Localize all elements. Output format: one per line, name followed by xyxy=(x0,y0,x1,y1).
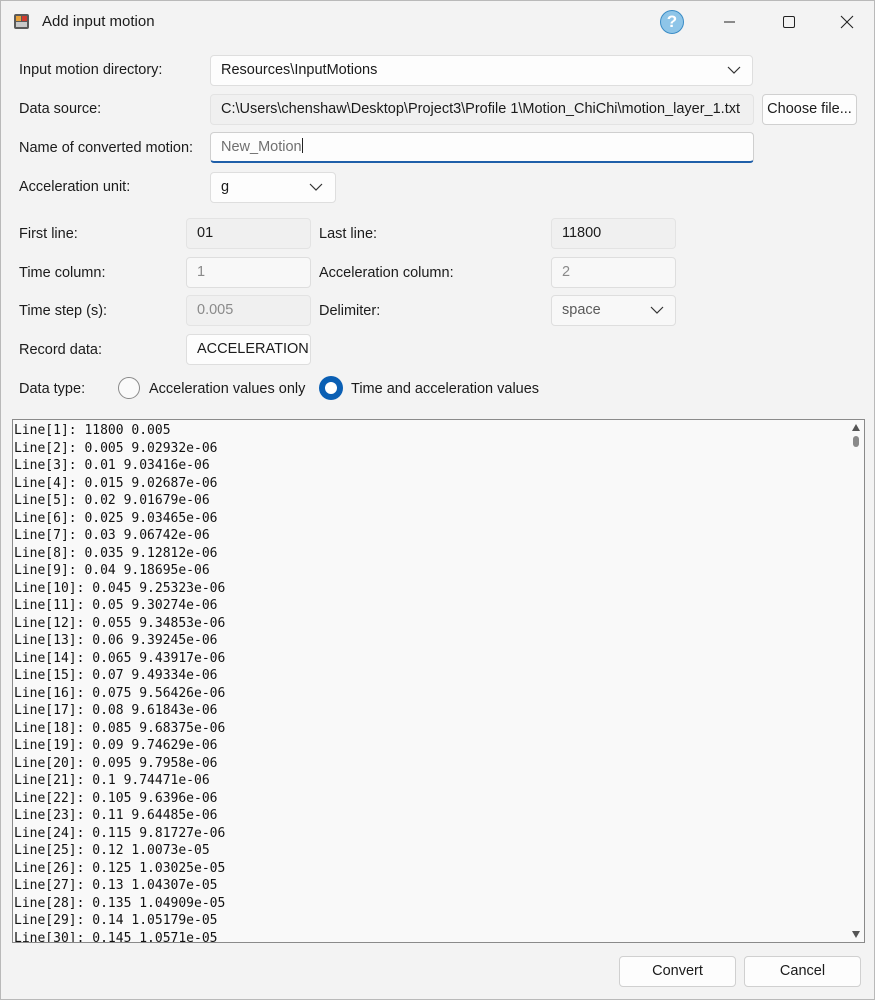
time-step-label: Time step (s): xyxy=(19,303,108,319)
preview-line: Line[5]: 0.02 9.01679e-06 xyxy=(14,493,210,508)
preview-line: Line[11]: 0.05 9.30274e-06 xyxy=(14,598,218,613)
chevron-down-icon xyxy=(309,183,323,191)
last-line-label: Last line: xyxy=(319,226,378,242)
window-title: Add input motion xyxy=(42,13,155,30)
cancel-button[interactable]: Cancel xyxy=(744,956,861,987)
preview-line: Line[29]: 0.14 1.05179e-05 xyxy=(14,913,218,928)
data-source-value: C:\Users\chenshaw\Desktop\Project3\Profi… xyxy=(221,101,741,117)
maximize-button[interactable] xyxy=(768,9,808,35)
radio-accel-only-label[interactable]: Acceleration values only xyxy=(149,381,305,397)
scroll-up-icon[interactable] xyxy=(852,424,860,431)
data-source-field[interactable]: C:\Users\chenshaw\Desktop\Project3\Profi… xyxy=(210,94,754,125)
close-icon xyxy=(840,15,854,29)
title-bar: Add input motion ? xyxy=(1,1,874,43)
minimize-icon xyxy=(724,21,735,23)
scrollbar-thumb[interactable] xyxy=(853,436,859,447)
motion-name-value: New_Motion xyxy=(221,139,302,155)
preview-line: Line[22]: 0.105 9.6396e-06 xyxy=(14,790,218,806)
accel-column-input[interactable]: 2 xyxy=(551,257,676,288)
add-input-motion-dialog: Add input motion ? Input motion director… xyxy=(0,0,875,1000)
preview-line: Line[25]: 0.12 1.0073e-05 xyxy=(14,843,210,858)
record-data-field: ACCELERATION xyxy=(186,334,311,365)
preview-line: Line[10]: 0.045 9.25323e-06 xyxy=(14,580,226,596)
accel-unit-value: g xyxy=(221,179,230,195)
delimiter-select[interactable]: space xyxy=(551,295,676,326)
preview-lines: Line[1]: 11800 0.005 Line[2]: 0.005 9.029… xyxy=(14,422,226,943)
preview-line: Line[14]: 0.065 9.43917e-06 xyxy=(14,650,226,666)
preview-line: Line[4]: 0.015 9.02687e-06 xyxy=(14,475,218,491)
scroll-down-icon[interactable] xyxy=(852,931,860,938)
delimiter-label: Delimiter: xyxy=(319,303,381,319)
vertical-scrollbar[interactable] xyxy=(848,420,864,942)
text-cursor xyxy=(301,138,303,153)
radio-time-accel[interactable] xyxy=(319,376,343,400)
preview-line: Line[18]: 0.085 9.68375e-06 xyxy=(14,720,226,736)
last-line-field: 11800 xyxy=(551,218,676,249)
preview-line: Line[1]: 11800 0.005 xyxy=(14,423,171,438)
preview-line: Line[9]: 0.04 9.18695e-06 xyxy=(14,563,210,578)
preview-line: Line[24]: 0.115 9.81727e-06 xyxy=(14,825,226,841)
preview-line: Line[23]: 0.11 9.64485e-06 xyxy=(14,808,218,823)
preview-line: Line[2]: 0.005 9.02932e-06 xyxy=(14,440,218,456)
input-dir-value: Resources\InputMotions xyxy=(221,62,378,78)
preview-line: Line[26]: 0.125 1.03025e-05 xyxy=(14,860,226,876)
time-step-field: 0.005 xyxy=(186,295,311,326)
time-column-input[interactable]: 1 xyxy=(186,257,311,288)
accel-column-label: Acceleration column: xyxy=(319,265,454,281)
time-column-label: Time column: xyxy=(19,265,106,281)
input-dir-label: Input motion directory: xyxy=(19,62,163,78)
name-label: Name of converted motion: xyxy=(19,140,194,156)
accel-unit-select[interactable]: g xyxy=(210,172,336,203)
preview-line: Line[16]: 0.075 9.56426e-06 xyxy=(14,685,226,701)
chevron-down-icon xyxy=(650,306,664,314)
accel-unit-label: Acceleration unit: xyxy=(19,179,131,195)
input-dir-select[interactable]: Resources\InputMotions xyxy=(210,55,753,86)
preview-line: Line[27]: 0.13 1.04307e-05 xyxy=(14,878,218,893)
preview-line: Line[28]: 0.135 1.04909e-05 xyxy=(14,895,226,911)
preview-line: Line[12]: 0.055 9.34853e-06 xyxy=(14,615,226,631)
radio-selected-dot xyxy=(325,382,337,394)
first-line-label: First line: xyxy=(19,226,78,242)
preview-line: Line[6]: 0.025 9.03465e-06 xyxy=(14,510,218,526)
minimize-button[interactable] xyxy=(709,9,749,35)
file-preview-textarea[interactable]: Line[1]: 11800 0.005 Line[2]: 0.005 9.029… xyxy=(12,419,865,943)
delimiter-value: space xyxy=(562,302,601,318)
convert-button[interactable]: Convert xyxy=(619,956,736,987)
preview-line: Line[15]: 0.07 9.49334e-06 xyxy=(14,668,218,683)
help-icon[interactable]: ? xyxy=(660,10,684,34)
chevron-down-icon xyxy=(727,66,741,74)
preview-line: Line[21]: 0.1 9.74471e-06 xyxy=(14,773,210,788)
choose-file-button[interactable]: Choose file... xyxy=(762,94,857,125)
motion-name-input[interactable]: New_Motion xyxy=(210,132,754,163)
preview-line: Line[30]: 0.145 1.0571e-05 xyxy=(14,930,218,943)
close-button[interactable] xyxy=(827,9,867,35)
data-source-label: Data source: xyxy=(19,101,102,117)
app-icon xyxy=(14,14,29,29)
radio-time-accel-label[interactable]: Time and acceleration values xyxy=(351,381,539,397)
first-line-field: 01 xyxy=(186,218,311,249)
preview-line: Line[8]: 0.035 9.12812e-06 xyxy=(14,545,218,561)
maximize-icon xyxy=(783,16,795,28)
preview-line: Line[7]: 0.03 9.06742e-06 xyxy=(14,528,210,543)
record-data-label: Record data: xyxy=(19,342,103,358)
preview-line: Line[17]: 0.08 9.61843e-06 xyxy=(14,703,218,718)
preview-line: Line[3]: 0.01 9.03416e-06 xyxy=(14,458,210,473)
preview-line: Line[13]: 0.06 9.39245e-06 xyxy=(14,633,218,648)
data-type-label: Data type: xyxy=(19,381,86,397)
preview-line: Line[19]: 0.09 9.74629e-06 xyxy=(14,738,218,753)
radio-accel-only[interactable] xyxy=(118,377,140,399)
preview-line: Line[20]: 0.095 9.7958e-06 xyxy=(14,755,218,771)
